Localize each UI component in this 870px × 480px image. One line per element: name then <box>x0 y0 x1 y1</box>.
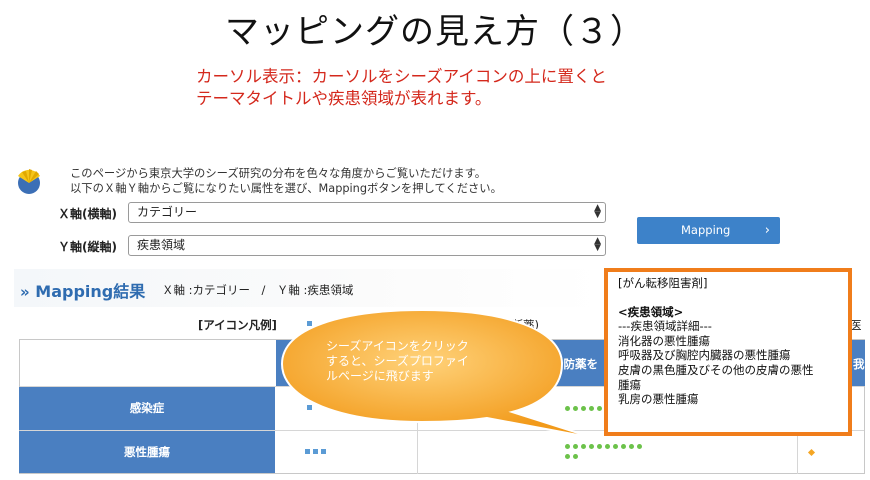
seed-icon[interactable] <box>305 449 310 454</box>
seed-icon[interactable] <box>613 444 618 449</box>
tooltip-item: 消化器の悪性腫瘍 <box>618 333 710 348</box>
row-header-malignant-tumor: 悪性腫瘍 <box>19 431 275 473</box>
select-arrows-icon: ▲ ▼ <box>594 203 601 220</box>
tooltip-item: 腫瘍 <box>618 377 641 392</box>
x-axis-label: Ｘ軸(横軸) <box>58 207 117 221</box>
chevron-right-icon: › <box>764 223 770 238</box>
icon-legend-label: [アイコン凡例] <box>198 318 277 332</box>
intro-text: このページから東京大学のシーズ研究の分布を色々な角度からご覧いただけます。 以下… <box>70 166 502 196</box>
tooltip-tag: [がん転移阻害剤] <box>618 276 708 290</box>
tooltip-heading: <疾患領域> <box>618 304 684 319</box>
results-subtitle: Ｘ軸 :カテゴリー / Ｙ軸 :疾患領域 <box>162 283 354 297</box>
results-title-text: Mapping結果 <box>35 282 146 301</box>
seed-icon[interactable] <box>313 449 318 454</box>
seed-icon[interactable] <box>565 454 570 459</box>
slide-caption: カーソル表示：カーソルをシーズアイコンの上に置くと テーマタイトルや疾患領域が表… <box>196 66 607 110</box>
callout-line: ルページに飛びます <box>326 369 434 383</box>
y-axis-label: Ｙ軸(縦軸) <box>58 240 117 254</box>
slide-title: マッピングの見え方（３） <box>225 12 645 52</box>
caption-line: カーソル表示：カーソルをシーズアイコンの上に置くと <box>196 67 607 86</box>
mapping-button-label: Mapping <box>681 223 731 237</box>
intro-line: このページから東京大学のシーズ研究の分布を色々な角度からご覧いただけます。 <box>70 167 487 180</box>
callout-line: すると、シーズプロファイ <box>326 354 469 368</box>
seed-icon[interactable] <box>321 449 326 454</box>
tooltip-item: 呼吸器及び胸腔内臓器の悪性腫瘍 <box>618 348 791 363</box>
seed-tooltip-content: [がん転移阻害剤] <疾患領域> ---疾患領域詳細--- 消化器の悪性腫瘍 呼… <box>618 276 814 407</box>
results-title: » Mapping結果 <box>20 278 145 302</box>
tooltip-item: 皮膚の黒色腫及びその他の皮膚の悪性 <box>618 362 814 377</box>
y-axis-value: 疾患領域 <box>137 238 186 252</box>
select-arrows-icon: ▲ ▼ <box>594 236 601 253</box>
intro-line: 以下のＸ軸Ｙ軸からご覧になりたい属性を選び、Mappingボタンを押してください… <box>70 182 502 195</box>
seed-icon[interactable] <box>629 444 634 449</box>
column-header[interactable]: 我 <box>852 340 865 386</box>
callout-text: シーズアイコンをクリック すると、シーズプロファイ ルページに飛びます <box>326 339 469 384</box>
column-header-label: 我 <box>853 357 865 371</box>
caption-line: テーマタイトルや疾患領域が表れます。 <box>196 89 492 108</box>
tooltip-detail-line: ---疾患領域詳細--- <box>618 319 712 334</box>
callout-line: シーズアイコンをクリック <box>326 339 469 353</box>
x-axis-select[interactable]: カテゴリー ▲ ▼ <box>128 202 606 223</box>
mapping-button[interactable]: Mapping › <box>637 217 780 244</box>
university-logo-icon <box>18 169 40 194</box>
row-header-infection: 感染症 <box>19 387 275 430</box>
seed-icon[interactable] <box>621 444 626 449</box>
y-axis-select[interactable]: 疾患領域 ▲ ▼ <box>128 235 606 256</box>
seed-icon[interactable] <box>573 454 578 459</box>
x-axis-value: カテゴリー <box>137 205 198 219</box>
seed-icon[interactable] <box>605 444 610 449</box>
tooltip-item: 乳房の悪性腫瘍 <box>618 392 699 407</box>
seed-icon[interactable] <box>637 444 642 449</box>
double-chevron-icon: » <box>20 283 30 301</box>
